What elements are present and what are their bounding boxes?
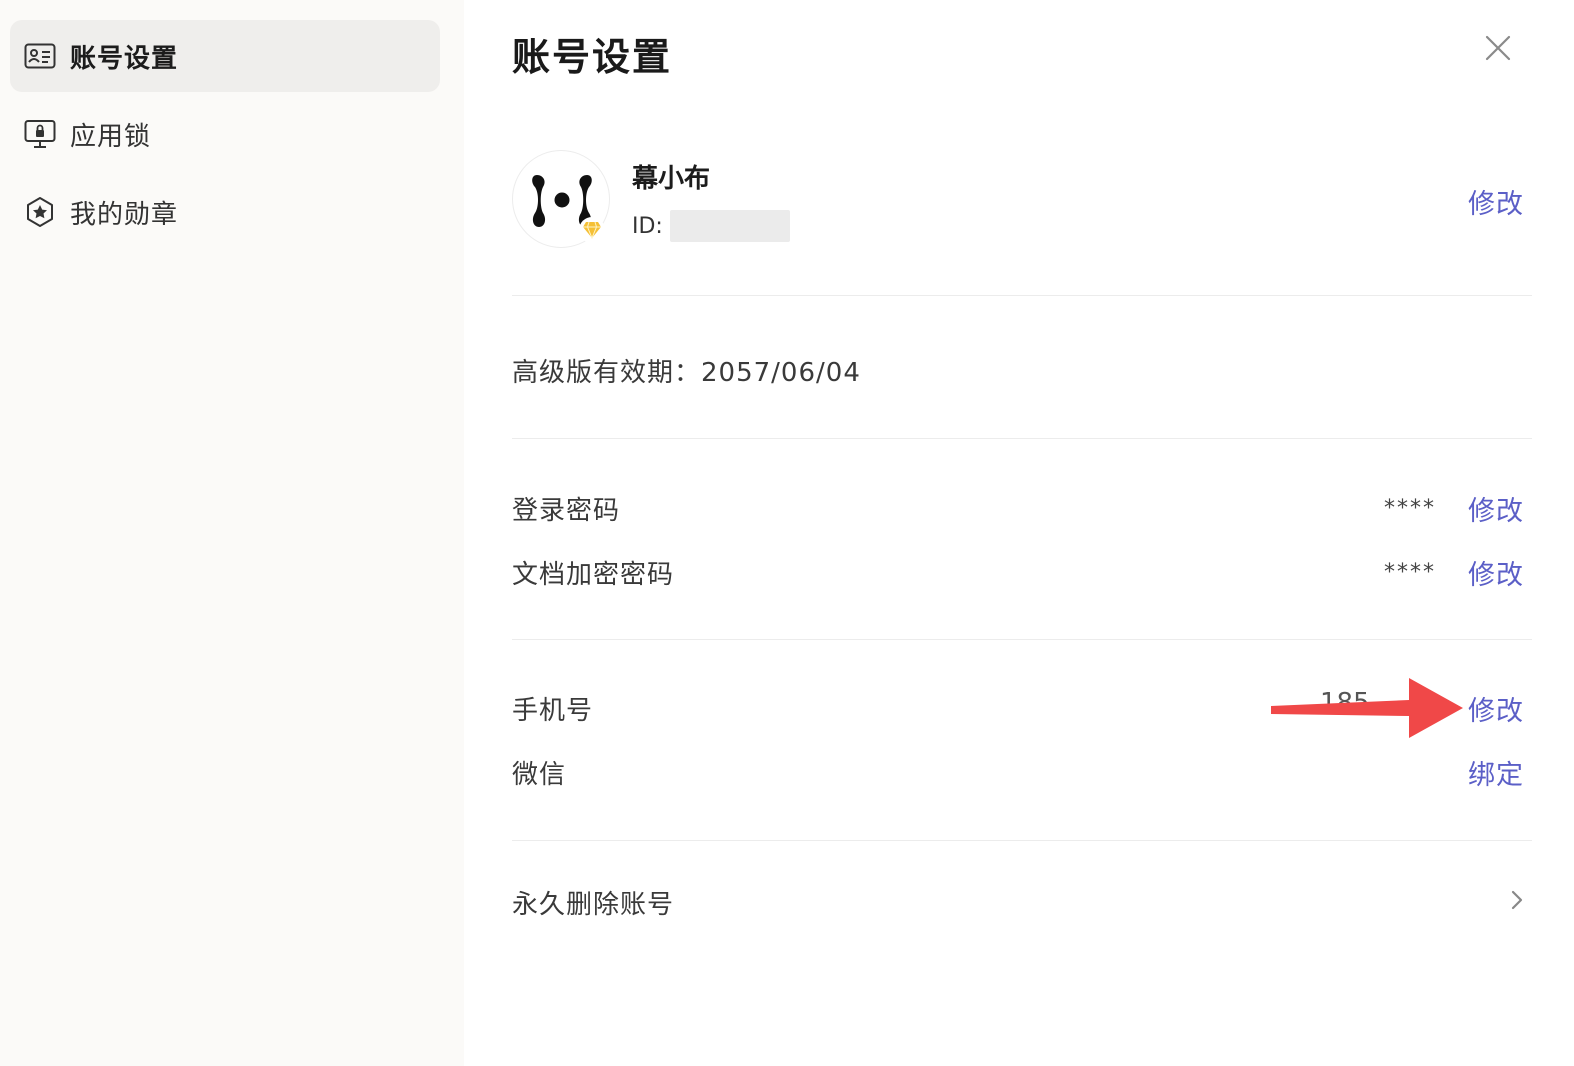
edit-doc-password-button[interactable]: 修改 [1468, 553, 1524, 592]
annotation-arrow-icon [1271, 678, 1463, 738]
premium-badge [579, 217, 605, 243]
account-settings-window: 账号设置 应用锁 我的勋章 账号设置 幕小布 ID: 修改 高级版有效期：205… [0, 0, 1574, 1066]
login-password-label: 登录密码 [512, 495, 621, 526]
delete-account-row[interactable]: 永久删除账号 [512, 882, 1532, 922]
id-label: ID: [632, 214, 663, 239]
edit-login-password-button[interactable]: 修改 [1468, 489, 1524, 528]
divider [512, 639, 1532, 640]
page-title: 账号设置 [512, 35, 673, 79]
login-password-value: **** [1384, 495, 1436, 521]
doc-password-row: 文档加密密码 **** 修改 [512, 552, 1532, 592]
wechat-label: 微信 [512, 759, 567, 790]
main-panel: 账号设置 幕小布 ID: 修改 高级版有效期：2057/06/04 登录密码 *… [464, 0, 1574, 1066]
id-value-redacted [670, 210, 790, 242]
wechat-row: 微信 绑定 [512, 752, 1532, 792]
close-button[interactable] [1480, 30, 1516, 66]
doc-password-label: 文档加密密码 [512, 559, 675, 590]
premium-expiry: 高级版有效期：2057/06/04 [512, 358, 861, 388]
sidebar-item-account-settings[interactable]: 账号设置 [10, 20, 440, 92]
id-card-icon [24, 40, 56, 72]
sidebar-item-label: 应用锁 [70, 121, 152, 152]
chevron-right-icon [1511, 890, 1523, 910]
phone-label: 手机号 [512, 695, 594, 726]
sidebar-item-my-badges[interactable]: 我的勋章 [10, 176, 440, 248]
sidebar: 账号设置 应用锁 我的勋章 [0, 0, 464, 1066]
monitor-lock-icon [24, 118, 56, 150]
edit-phone-button[interactable]: 修改 [1468, 689, 1524, 728]
delete-account-label: 永久删除账号 [512, 889, 675, 920]
divider [512, 840, 1532, 841]
bind-wechat-button[interactable]: 绑定 [1468, 753, 1524, 792]
divider [512, 438, 1532, 439]
sidebar-item-label: 我的勋章 [70, 199, 179, 230]
profile-section: 幕小布 ID: 修改 [512, 150, 1532, 250]
sidebar-item-label: 账号设置 [70, 43, 179, 74]
doc-password-value: **** [1384, 559, 1436, 585]
login-password-row: 登录密码 **** 修改 [512, 488, 1532, 528]
sidebar-item-app-lock[interactable]: 应用锁 [10, 98, 440, 170]
edit-profile-button[interactable]: 修改 [1468, 182, 1524, 221]
diamond-icon [583, 221, 601, 239]
username: 幕小布 [632, 164, 711, 194]
avatar[interactable] [512, 150, 610, 248]
close-icon [1485, 35, 1511, 61]
divider [512, 295, 1532, 296]
star-hexagon-icon [24, 196, 56, 228]
